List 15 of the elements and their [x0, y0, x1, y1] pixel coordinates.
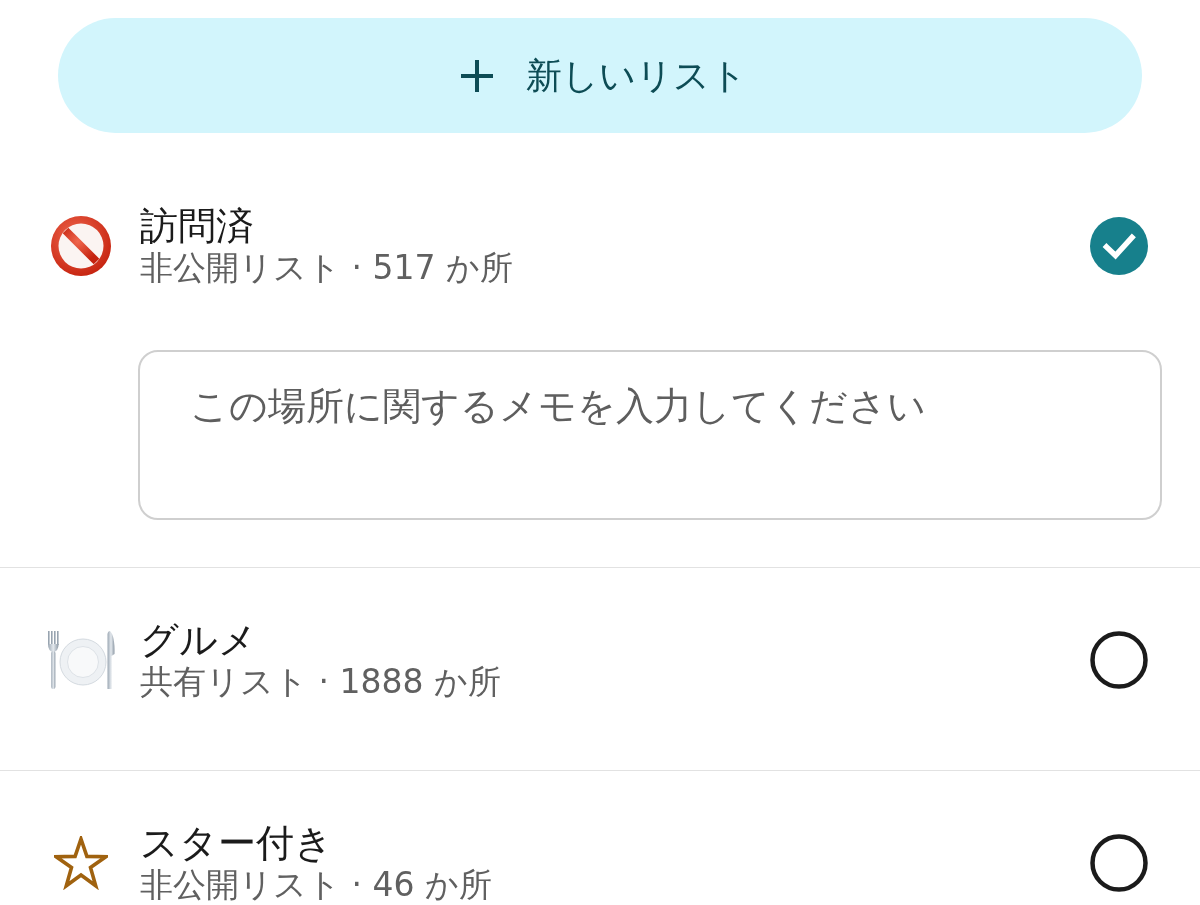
empty-circle-icon[interactable] — [1090, 834, 1148, 892]
new-list-button[interactable]: 新しいリスト — [58, 18, 1142, 133]
list-title: 訪問済 — [140, 204, 254, 248]
star-icon — [54, 836, 108, 890]
memo-field[interactable]: この場所に関するメモを入力してください — [138, 350, 1162, 520]
plate-fork-knife-icon — [46, 630, 116, 690]
list-subtitle: 非公開リスト · 517 か所 — [140, 248, 513, 288]
prohibited-icon — [50, 215, 112, 277]
list-subtitle: 非公開リスト · 46 か所 — [140, 865, 492, 905]
list-title: グルメ — [140, 618, 257, 662]
list-title: スター付き — [140, 821, 333, 865]
empty-circle-icon[interactable] — [1090, 631, 1148, 689]
plus-icon — [459, 58, 494, 93]
list-subtitle: 共有リスト · 1888 か所 — [140, 662, 501, 702]
check-circle-icon[interactable] — [1090, 217, 1148, 275]
